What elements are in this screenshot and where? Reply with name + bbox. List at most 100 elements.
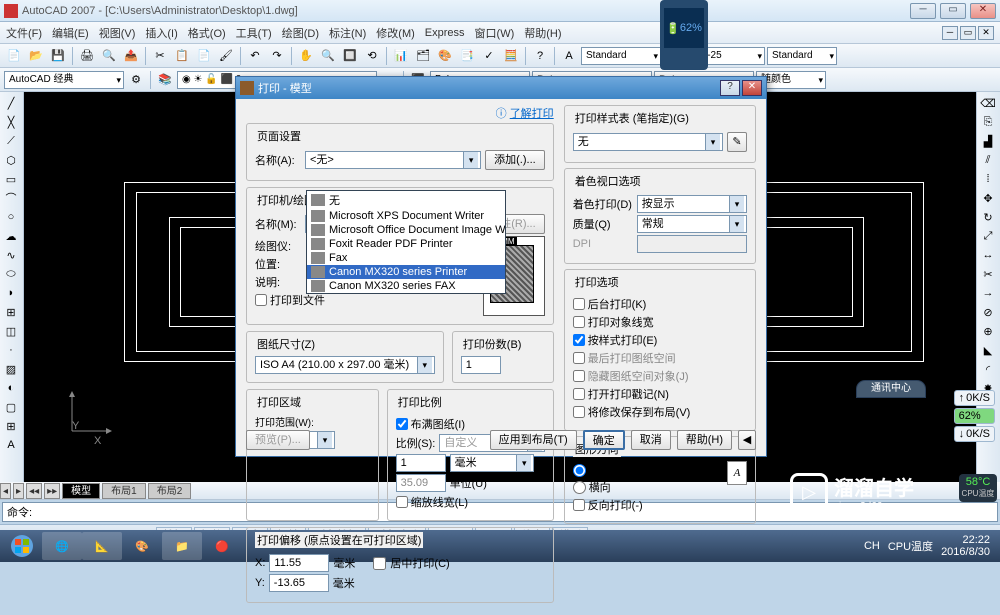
cut-icon[interactable]: ✂	[150, 46, 170, 66]
opt-styles-check[interactable]	[573, 334, 585, 346]
offset-y-input[interactable]: -13.65	[269, 574, 329, 592]
pan-icon[interactable]: ✋	[296, 46, 316, 66]
gradient-icon[interactable]: ◐	[1, 379, 21, 397]
paper-size-select[interactable]: ISO A4 (210.00 x 297.00 毫米)	[255, 356, 435, 374]
dialog-close-button[interactable]: ✕	[742, 80, 762, 96]
opt-save-layout-check[interactable]	[573, 406, 585, 418]
page-setup-select[interactable]: <无>	[305, 151, 481, 169]
portrait-radio[interactable]	[573, 464, 586, 477]
printer-opt-modi[interactable]: Microsoft Office Document Image Writer	[307, 223, 505, 237]
menu-help[interactable]: 帮助(H)	[524, 25, 561, 41]
ellarc-icon[interactable]: ◗	[1, 284, 21, 302]
menu-tools[interactable]: 工具(T)	[236, 25, 272, 41]
redo-icon[interactable]: ↷	[267, 46, 287, 66]
landscape-radio[interactable]	[573, 481, 586, 494]
comm-center[interactable]: 通讯中心	[856, 380, 926, 398]
ssm-icon[interactable]: 📑	[457, 46, 477, 66]
menu-draw[interactable]: 绘图(D)	[282, 25, 319, 41]
zoom-win-icon[interactable]: 🔲	[340, 46, 360, 66]
calc-icon[interactable]: 🧮	[501, 46, 521, 66]
quality-select[interactable]: 常规	[637, 215, 747, 233]
textstyle-icon[interactable]: A	[559, 46, 579, 66]
workspace-select[interactable]: AutoCAD 经典	[4, 71, 124, 89]
printer-dropdown[interactable]: 无 Microsoft XPS Document Writer Microsof…	[306, 190, 506, 294]
learn-print-link[interactable]: 了解打印	[510, 108, 554, 120]
opt-lineweights-check[interactable]	[573, 316, 585, 328]
shade-plot-select[interactable]: 按显示	[637, 195, 747, 213]
revcloud-icon[interactable]: ☁	[1, 227, 21, 245]
printer-opt-fax[interactable]: Fax	[307, 251, 505, 265]
insert-icon[interactable]: ⊞	[1, 303, 21, 321]
paste-icon[interactable]: 📄	[194, 46, 214, 66]
task-chrome[interactable]: 🌐	[42, 532, 82, 560]
menu-file[interactable]: 文件(F)	[6, 25, 42, 41]
mirror-icon[interactable]: ▟	[978, 132, 998, 150]
ellipse-icon[interactable]: ⬭	[1, 265, 21, 283]
task-explorer[interactable]: 📁	[162, 532, 202, 560]
region-icon[interactable]: ▢	[1, 398, 21, 416]
printer-opt-canon-printer[interactable]: Canon MX320 series Printer	[307, 265, 505, 279]
printer-opt-none[interactable]: 无	[307, 191, 505, 209]
polygon-icon[interactable]: ⬡	[1, 151, 21, 169]
scale-lw-check[interactable]	[396, 496, 408, 508]
xline-icon[interactable]: ╳	[1, 113, 21, 131]
mdi-minimize[interactable]: ─	[942, 26, 958, 40]
line-icon[interactable]: ╱	[1, 94, 21, 112]
circle-icon[interactable]: ○	[1, 208, 21, 226]
menu-dim[interactable]: 标注(N)	[329, 25, 366, 41]
opt-background-check[interactable]	[573, 298, 585, 310]
ok-button[interactable]: 确定	[583, 430, 625, 450]
new-icon[interactable]: 📄	[4, 46, 24, 66]
copy2-icon[interactable]: ⎘	[978, 113, 998, 131]
mtext-icon[interactable]: A	[1, 436, 21, 454]
menu-modify[interactable]: 修改(M)	[376, 25, 415, 41]
menu-view[interactable]: 视图(V)	[99, 25, 136, 41]
tab-model[interactable]: 模型	[62, 483, 100, 499]
move-icon[interactable]: ✥	[978, 189, 998, 207]
opt-hide-objects-check[interactable]	[573, 370, 585, 382]
menu-insert[interactable]: 插入(I)	[145, 25, 177, 41]
offset-x-input[interactable]: 11.55	[269, 554, 329, 572]
menu-express[interactable]: Express	[425, 27, 465, 39]
undo-icon[interactable]: ↶	[245, 46, 265, 66]
menu-edit[interactable]: 编辑(E)	[52, 25, 89, 41]
match-icon[interactable]: 🖌	[216, 46, 236, 66]
join-icon[interactable]: ⊕	[978, 322, 998, 340]
printer-opt-xps[interactable]: Microsoft XPS Document Writer	[307, 209, 505, 223]
spline-icon[interactable]: ∿	[1, 246, 21, 264]
add-pagesetup-button[interactable]: 添加(.)...	[485, 150, 545, 170]
copy-icon[interactable]: 📋	[172, 46, 192, 66]
dialog-help-button2[interactable]: 帮助(H)	[677, 430, 732, 450]
start-button[interactable]	[2, 532, 42, 560]
tab-layout1[interactable]: 布局1	[102, 483, 146, 499]
copies-input[interactable]: 1	[461, 356, 501, 374]
rotate-icon[interactable]: ↻	[978, 208, 998, 226]
stretch-icon[interactable]: ↔	[978, 246, 998, 264]
ime-indicator[interactable]: CH	[864, 540, 880, 552]
erase-icon[interactable]: ⌫	[978, 94, 998, 112]
dc-icon[interactable]: 🗂	[413, 46, 433, 66]
mdi-close[interactable]: ✕	[978, 26, 994, 40]
fillet-icon[interactable]: ◜	[978, 360, 998, 378]
menu-format[interactable]: 格式(O)	[188, 25, 226, 41]
offset-icon[interactable]: ⫽	[978, 151, 998, 169]
layer-props-icon[interactable]: 📚	[155, 70, 175, 90]
tp-icon[interactable]: 🎨	[435, 46, 455, 66]
tab-nav-first[interactable]: ◂	[0, 483, 11, 499]
markup-icon[interactable]: ✓	[479, 46, 499, 66]
point-icon[interactable]: ·	[1, 341, 21, 359]
print-to-file-check[interactable]	[255, 294, 267, 306]
trim-icon[interactable]: ✂	[978, 265, 998, 283]
arc-icon[interactable]: ⌒	[1, 189, 21, 207]
tab-nav-prev[interactable]: ▸	[13, 483, 24, 499]
open-icon[interactable]: 📂	[26, 46, 46, 66]
tablestyle-select[interactable]: Standard	[767, 47, 837, 65]
save-icon[interactable]: 💾	[48, 46, 68, 66]
ws-settings-icon[interactable]: ⚙	[126, 70, 146, 90]
close-button[interactable]: ✕	[970, 3, 996, 19]
zoom-icon[interactable]: 🔍	[318, 46, 338, 66]
array-icon[interactable]: ⁞	[978, 170, 998, 188]
mdi-restore[interactable]: ▭	[960, 26, 976, 40]
maximize-button[interactable]: ▭	[940, 3, 966, 19]
opt-paperspace-last-check[interactable]	[573, 352, 585, 364]
